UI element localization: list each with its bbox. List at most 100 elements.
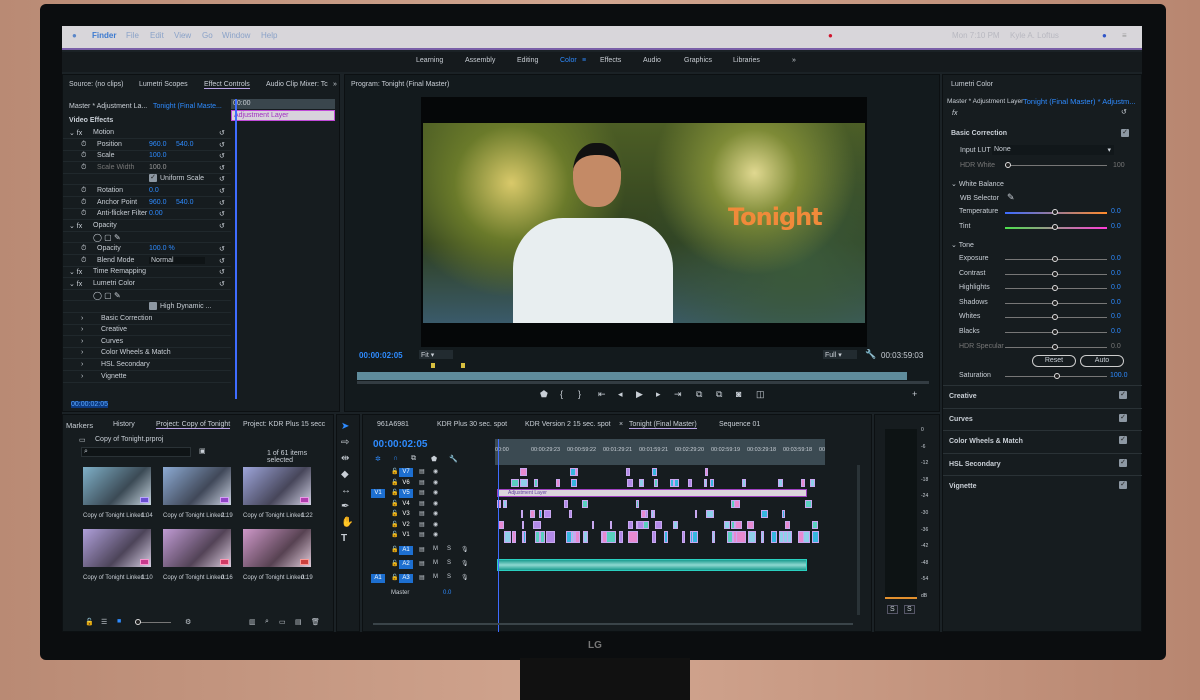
stopwatch-icon[interactable]: ⏱ — [81, 152, 86, 160]
slider-knob[interactable] — [1052, 314, 1058, 321]
tab-tonight-final-master[interactable]: Tonight (Final Master) — [629, 421, 697, 429]
video-clip[interactable] — [570, 478, 578, 487]
effect-row[interactable]: › Curves — [63, 336, 231, 348]
expand-chevron-icon[interactable]: › — [81, 315, 83, 322]
lock-icon[interactable]: 🔓 — [85, 618, 94, 626]
video-clip[interactable] — [639, 478, 644, 487]
slider-value[interactable]: 0.0 — [1111, 270, 1121, 277]
razor-tool-icon[interactable]: ◆ — [341, 469, 349, 480]
pen-tool-icon[interactable]: ✒ — [341, 501, 349, 512]
video-clip[interactable] — [626, 468, 631, 476]
solo-button[interactable]: S — [447, 546, 451, 552]
hand-tool-icon[interactable]: ✋ — [341, 517, 353, 528]
effect-row[interactable]: ⏱ Opacity 100.0 % ↺ — [63, 243, 231, 255]
video-frame[interactable]: Tonight — [423, 123, 865, 323]
track-lock-icon[interactable]: 🔓 — [391, 489, 398, 496]
track-target[interactable]: V3 — [399, 510, 413, 519]
slip-tool-icon[interactable]: ↔ — [341, 485, 351, 496]
effect-row[interactable]: ⏱ Blend Mode Normal ↺ — [63, 255, 231, 267]
video-clip[interactable] — [711, 531, 715, 543]
video-clip[interactable] — [544, 510, 551, 518]
tab-sequence-961a6981[interactable]: 961A6981 — [377, 421, 409, 428]
button-editor-icon[interactable]: + — [912, 389, 917, 399]
video-clip[interactable] — [735, 520, 742, 529]
step-back-icon[interactable]: ◂ — [618, 389, 623, 400]
effect-row[interactable]: ◯ ▢ ✎ — [63, 289, 231, 302]
video-clip[interactable] — [572, 531, 576, 543]
video-clip[interactable] — [734, 499, 740, 508]
icon-view-icon[interactable]: ■ — [117, 618, 121, 625]
timeline-scrollbar[interactable] — [373, 623, 853, 625]
slider-track[interactable] — [1005, 299, 1107, 306]
section-checkbox[interactable]: ✓ — [1119, 481, 1127, 490]
effect-row[interactable]: ⏱ Anchor Point 960.0 540.0 ↺ — [63, 197, 231, 209]
timeline-playhead[interactable] — [498, 439, 499, 632]
lumetri-section[interactable]: Curves ✓ — [943, 407, 1142, 430]
video-clip[interactable] — [674, 478, 680, 487]
mic-icon[interactable]: 🎙 — [461, 546, 469, 553]
hdr-white-value[interactable]: 100 — [1113, 162, 1125, 169]
timeline-ruler[interactable]: 00:00 00:00:29:23 00:00:59:22 00:01:29:21 00… — [495, 439, 825, 465]
wrench-icon[interactable]: 🔧 — [865, 349, 876, 360]
stopwatch-icon[interactable]: ⏱ — [81, 245, 86, 253]
menu-go[interactable]: Go — [202, 31, 213, 40]
eye-icon[interactable]: ◉ — [433, 531, 438, 538]
video-clip[interactable] — [637, 520, 645, 529]
section-checkbox[interactable]: ✓ — [1119, 413, 1127, 422]
video-clip[interactable] — [811, 531, 820, 543]
mask-tools-icon[interactable]: ◯ ▢ ✎ — [93, 233, 121, 242]
track-lock-icon[interactable]: 🔓 — [391, 479, 398, 486]
lumetri-section[interactable]: Vignette ✓ — [943, 475, 1142, 497]
clip-name[interactable]: Copy of Tonight Linked... — [83, 575, 149, 581]
solo-right-button[interactable]: S — [904, 605, 915, 614]
source-patch-v1[interactable]: V1 — [371, 489, 385, 498]
workspace-color[interactable]: Color — [560, 57, 577, 64]
reset-icon[interactable]: ↺ — [219, 129, 225, 137]
track-select-tool-icon[interactable]: ⇨ — [341, 437, 349, 448]
track-lock-icon[interactable]: 🔓 — [391, 500, 398, 507]
mute-button[interactable]: M — [433, 574, 438, 580]
blend-mode-select[interactable]: Normal — [149, 256, 205, 264]
property-value[interactable]: 0.0 — [149, 187, 159, 194]
property-value-2[interactable]: 540.0 — [176, 141, 194, 148]
video-clip[interactable] — [568, 510, 573, 518]
settings-wrench-icon[interactable]: 🔧 — [449, 455, 458, 463]
reset-icon[interactable]: ↺ — [219, 175, 225, 183]
timeline-vscroll[interactable] — [857, 465, 860, 615]
marker[interactable] — [431, 363, 435, 368]
workspace-libraries[interactable]: Libraries — [733, 57, 760, 64]
effect-row[interactable]: ⏱ Position 960.0 540.0 ↺ — [63, 139, 231, 151]
eye-icon[interactable]: ◉ — [433, 479, 438, 486]
clip-thumbnail[interactable] — [83, 529, 151, 567]
go-to-out-icon[interactable]: ⇥ — [674, 389, 682, 400]
slider-value[interactable]: 0.0 — [1111, 299, 1121, 306]
slider-knob[interactable] — [1052, 209, 1058, 215]
video-clip[interactable] — [654, 520, 663, 529]
stopwatch-icon[interactable]: ⏱ — [81, 164, 86, 172]
checkbox[interactable] — [149, 302, 157, 310]
mute-button[interactable]: M — [433, 560, 438, 566]
tab-audio-clip-mixer[interactable]: Audio Clip Mixer: Tc — [266, 81, 328, 88]
clip-name[interactable]: Copy of Tonight Linked... — [163, 513, 229, 519]
hdr-white-slider[interactable] — [1005, 162, 1107, 168]
tab-history[interactable]: History — [113, 421, 135, 428]
track-target[interactable]: V5 — [399, 489, 413, 498]
video-clip[interactable] — [784, 520, 791, 529]
step-forward-icon[interactable]: ▸ — [656, 389, 661, 400]
video-clip[interactable] — [672, 520, 679, 529]
reset-icon[interactable]: ↺ — [219, 141, 225, 149]
reset-icon[interactable]: ↺ — [219, 199, 225, 207]
tab-sequence-01[interactable]: Sequence 01 — [719, 421, 760, 428]
effect-row[interactable]: ⏱ Rotation 0.0 ↺ — [63, 185, 231, 197]
workspace-menu-icon[interactable]: ≡ — [582, 57, 586, 64]
solo-button[interactable]: S — [447, 560, 451, 566]
eye-icon[interactable]: ◉ — [433, 521, 438, 528]
slider-value[interactable]: 0.0 — [1111, 313, 1121, 320]
video-clip[interactable] — [555, 478, 561, 487]
slider-knob[interactable] — [1052, 270, 1058, 277]
program-timecode[interactable]: 00:00:02:05 — [359, 351, 403, 360]
type-tool-icon[interactable]: T — [341, 533, 347, 544]
export-frame-icon[interactable]: ◙ — [736, 389, 741, 399]
slider-track[interactable] — [1005, 256, 1107, 262]
effect-row[interactable]: ⌄ fx Motion ↺ — [63, 127, 231, 139]
